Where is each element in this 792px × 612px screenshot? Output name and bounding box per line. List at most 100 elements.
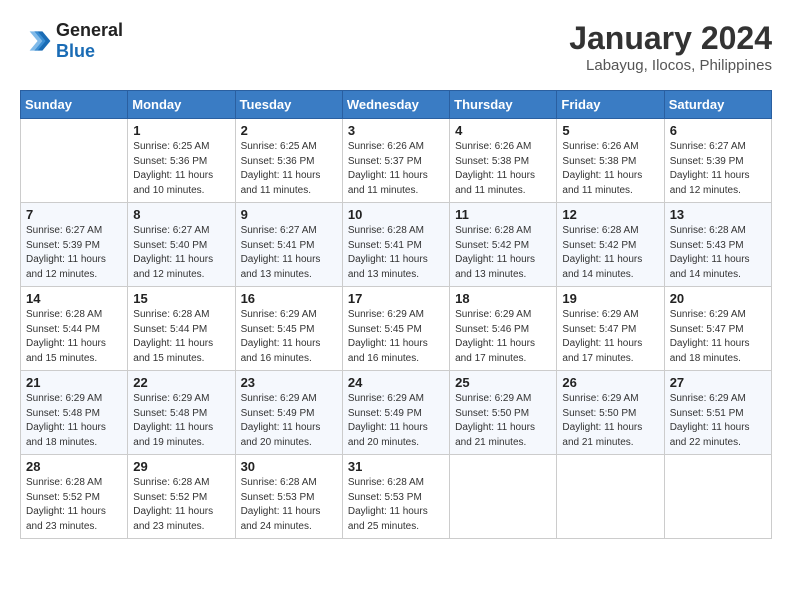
day-number: 14 bbox=[26, 291, 122, 306]
day-number: 27 bbox=[670, 375, 766, 390]
calendar-cell: 4Sunrise: 6:26 AMSunset: 5:38 PMDaylight… bbox=[450, 119, 557, 203]
day-number: 1 bbox=[133, 123, 229, 138]
day-number: 12 bbox=[562, 207, 658, 222]
calendar-cell: 20 Sunrise: 6:29 AMSunset: 5:47 PMDayligh… bbox=[664, 287, 771, 371]
calendar-cell: 29Sunrise: 6:28 AMSunset: 5:52 PMDayligh… bbox=[128, 455, 235, 539]
logo-text: General Blue bbox=[56, 20, 123, 62]
day-info: Sunrise: 6:25 AMSunset: 5:36 PMDaylight:… bbox=[241, 140, 337, 198]
calendar-cell: 13 Sunrise: 6:28 AMSunset: 5:43 PMDayligh… bbox=[664, 203, 771, 287]
calendar-cell: 1 Sunrise: 6:25 AMSunset: 5:36 PMDaylight… bbox=[128, 119, 235, 203]
day-number: 21 bbox=[26, 375, 122, 390]
calendar-cell bbox=[664, 455, 771, 539]
day-info: Sunrise: 6:26 AMSunset: 5:38 PMDaylight:… bbox=[455, 140, 551, 198]
calendar-week-row: 14 Sunrise: 6:28 AMSunset: 5:44 PMDayligh… bbox=[21, 287, 772, 371]
day-info: Sunrise: 6:28 AMSunset: 5:52 PMDaylight:… bbox=[26, 476, 122, 534]
day-number: 2 bbox=[241, 123, 337, 138]
day-number: 20 bbox=[670, 291, 766, 306]
calendar-cell: 11 Sunrise: 6:28 AMSunset: 5:42 PMDayligh… bbox=[450, 203, 557, 287]
calendar-cell: 12 Sunrise: 6:28 AMSunset: 5:42 PMDayligh… bbox=[557, 203, 664, 287]
day-number: 18 bbox=[455, 291, 551, 306]
day-info: Sunrise: 6:29 AMSunset: 5:45 PMDaylight:… bbox=[348, 308, 444, 366]
logo: General Blue bbox=[20, 20, 123, 62]
calendar-cell: 8 Sunrise: 6:27 AMSunset: 5:40 PMDaylight… bbox=[128, 203, 235, 287]
month-year: January 2024 bbox=[569, 20, 772, 57]
calendar-cell: 19 Sunrise: 6:29 AMSunset: 5:47 PMDayligh… bbox=[557, 287, 664, 371]
calendar-cell: 9Sunrise: 6:27 AMSunset: 5:41 PMDaylight… bbox=[235, 203, 342, 287]
calendar-cell: 5 Sunrise: 6:26 AMSunset: 5:38 PMDaylight… bbox=[557, 119, 664, 203]
day-info: Sunrise: 6:28 AMSunset: 5:43 PMDaylight:… bbox=[670, 224, 766, 282]
day-number: 28 bbox=[26, 459, 122, 474]
calendar-cell bbox=[21, 119, 128, 203]
day-number: 15 bbox=[133, 291, 229, 306]
calendar-cell: 30Sunrise: 6:28 AMSunset: 5:53 PMDayligh… bbox=[235, 455, 342, 539]
day-info: Sunrise: 6:28 AMSunset: 5:42 PMDaylight:… bbox=[562, 224, 658, 282]
day-info: Sunrise: 6:29 AMSunset: 5:49 PMDaylight:… bbox=[348, 392, 444, 450]
day-info: Sunrise: 6:29 AMSunset: 5:47 PMDaylight:… bbox=[670, 308, 766, 366]
day-info: Sunrise: 6:29 AMSunset: 5:48 PMDaylight:… bbox=[26, 392, 122, 450]
day-info: Sunrise: 6:28 AMSunset: 5:53 PMDaylight:… bbox=[348, 476, 444, 534]
calendar-cell: 14Sunrise: 6:28 AMSunset: 5:44 PMDayligh… bbox=[21, 287, 128, 371]
day-info: Sunrise: 6:29 AMSunset: 5:48 PMDaylight:… bbox=[133, 392, 229, 450]
day-info: Sunrise: 6:29 AMSunset: 5:50 PMDaylight:… bbox=[455, 392, 551, 450]
day-info: Sunrise: 6:28 AMSunset: 5:42 PMDaylight:… bbox=[455, 224, 551, 282]
day-number: 5 bbox=[562, 123, 658, 138]
calendar-cell: 21 Sunrise: 6:29 AMSunset: 5:48 PMDayligh… bbox=[21, 371, 128, 455]
day-info: Sunrise: 6:26 AMSunset: 5:37 PMDaylight:… bbox=[348, 140, 444, 198]
calendar-cell: 2 Sunrise: 6:25 AMSunset: 5:36 PMDaylight… bbox=[235, 119, 342, 203]
calendar-week-row: 21 Sunrise: 6:29 AMSunset: 5:48 PMDayligh… bbox=[21, 371, 772, 455]
day-info: Sunrise: 6:25 AMSunset: 5:36 PMDaylight:… bbox=[133, 140, 229, 198]
day-info: Sunrise: 6:29 AMSunset: 5:47 PMDaylight:… bbox=[562, 308, 658, 366]
day-number: 25 bbox=[455, 375, 551, 390]
calendar-cell: 22 Sunrise: 6:29 AMSunset: 5:48 PMDayligh… bbox=[128, 371, 235, 455]
calendar-cell: 17 Sunrise: 6:29 AMSunset: 5:45 PMDayligh… bbox=[342, 287, 449, 371]
calendar-cell: 23 Sunrise: 6:29 AMSunset: 5:49 PMDayligh… bbox=[235, 371, 342, 455]
day-number: 13 bbox=[670, 207, 766, 222]
logo-icon bbox=[20, 25, 52, 57]
calendar-cell: 16Sunrise: 6:29 AMSunset: 5:45 PMDayligh… bbox=[235, 287, 342, 371]
day-info: Sunrise: 6:27 AMSunset: 5:40 PMDaylight:… bbox=[133, 224, 229, 282]
page-header: General Blue January 2024 Labayug, Iloco… bbox=[20, 20, 772, 74]
day-info: Sunrise: 6:27 AMSunset: 5:39 PMDaylight:… bbox=[26, 224, 122, 282]
day-number: 3 bbox=[348, 123, 444, 138]
day-number: 7 bbox=[26, 207, 122, 222]
day-info: Sunrise: 6:28 AMSunset: 5:41 PMDaylight:… bbox=[348, 224, 444, 282]
calendar-cell bbox=[450, 455, 557, 539]
day-number: 9 bbox=[241, 207, 337, 222]
calendar-cell: 28 Sunrise: 6:28 AMSunset: 5:52 PMDayligh… bbox=[21, 455, 128, 539]
calendar-week-row: 28 Sunrise: 6:28 AMSunset: 5:52 PMDayligh… bbox=[21, 455, 772, 539]
day-number: 17 bbox=[348, 291, 444, 306]
day-number: 26 bbox=[562, 375, 658, 390]
day-number: 6 bbox=[670, 123, 766, 138]
calendar-cell: 6 Sunrise: 6:27 AMSunset: 5:39 PMDaylight… bbox=[664, 119, 771, 203]
day-info: Sunrise: 6:27 AMSunset: 5:39 PMDaylight:… bbox=[670, 140, 766, 198]
day-number: 31 bbox=[348, 459, 444, 474]
calendar-header-row: SundayMondayTuesdayWednesdayThursdayFrid… bbox=[21, 91, 772, 119]
day-number: 24 bbox=[348, 375, 444, 390]
day-number: 29 bbox=[133, 459, 229, 474]
calendar-cell: 25 Sunrise: 6:29 AMSunset: 5:50 PMDayligh… bbox=[450, 371, 557, 455]
calendar-cell: 31 Sunrise: 6:28 AMSunset: 5:53 PMDayligh… bbox=[342, 455, 449, 539]
day-number: 10 bbox=[348, 207, 444, 222]
calendar-cell bbox=[557, 455, 664, 539]
calendar-cell: 24 Sunrise: 6:29 AMSunset: 5:49 PMDayligh… bbox=[342, 371, 449, 455]
day-number: 11 bbox=[455, 207, 551, 222]
calendar-cell: 10 Sunrise: 6:28 AMSunset: 5:41 PMDayligh… bbox=[342, 203, 449, 287]
weekday-header: Monday bbox=[128, 91, 235, 119]
day-info: Sunrise: 6:26 AMSunset: 5:38 PMDaylight:… bbox=[562, 140, 658, 198]
calendar-cell: 26 Sunrise: 6:29 AMSunset: 5:50 PMDayligh… bbox=[557, 371, 664, 455]
weekday-header: Wednesday bbox=[342, 91, 449, 119]
calendar-cell: 15 Sunrise: 6:28 AMSunset: 5:44 PMDayligh… bbox=[128, 287, 235, 371]
day-info: Sunrise: 6:28 AMSunset: 5:44 PMDaylight:… bbox=[133, 308, 229, 366]
day-info: Sunrise: 6:29 AMSunset: 5:46 PMDaylight:… bbox=[455, 308, 551, 366]
day-number: 8 bbox=[133, 207, 229, 222]
calendar-cell: 3 Sunrise: 6:26 AMSunset: 5:37 PMDaylight… bbox=[342, 119, 449, 203]
day-info: Sunrise: 6:29 AMSunset: 5:50 PMDaylight:… bbox=[562, 392, 658, 450]
day-info: Sunrise: 6:28 AMSunset: 5:53 PMDaylight:… bbox=[241, 476, 337, 534]
weekday-header: Thursday bbox=[450, 91, 557, 119]
day-number: 22 bbox=[133, 375, 229, 390]
day-number: 23 bbox=[241, 375, 337, 390]
day-number: 19 bbox=[562, 291, 658, 306]
weekday-header: Tuesday bbox=[235, 91, 342, 119]
day-info: Sunrise: 6:29 AMSunset: 5:49 PMDaylight:… bbox=[241, 392, 337, 450]
calendar-cell: 27Sunrise: 6:29 AMSunset: 5:51 PMDayligh… bbox=[664, 371, 771, 455]
